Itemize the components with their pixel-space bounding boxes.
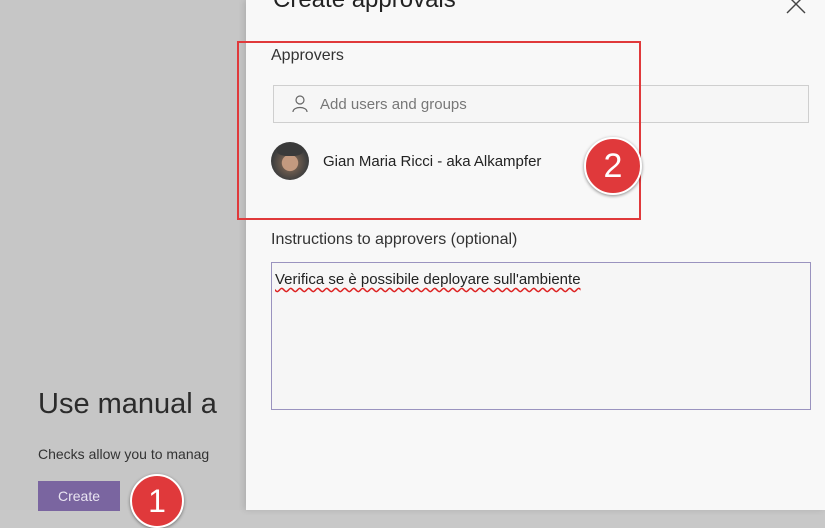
create-approvals-panel	[246, 0, 825, 510]
background-description: Checks allow you to manag	[38, 446, 210, 462]
instructions-label: Instructions to approvers (optional)	[271, 231, 518, 248]
approvers-label: Approvers	[271, 47, 344, 64]
approvers-search-box[interactable]	[273, 85, 809, 123]
create-button[interactable]: Create	[38, 481, 120, 511]
panel-title: Create approvals	[273, 0, 456, 14]
approver-item[interactable]: Gian Maria Ricci - aka Alkampfer	[271, 142, 541, 180]
background-page	[0, 0, 246, 510]
avatar	[271, 142, 309, 180]
approver-name: Gian Maria Ricci - aka Alkampfer	[323, 152, 542, 170]
person-icon	[292, 95, 308, 113]
close-icon[interactable]	[784, 0, 808, 16]
search-input[interactable]	[318, 94, 762, 114]
background-heading: Use manual a	[38, 388, 217, 420]
instructions-textarea[interactable]: Verifica se è possibile deployare sull'a…	[271, 262, 811, 410]
step-marker-2: 2	[584, 137, 642, 195]
step-marker-1: 1	[130, 474, 184, 528]
